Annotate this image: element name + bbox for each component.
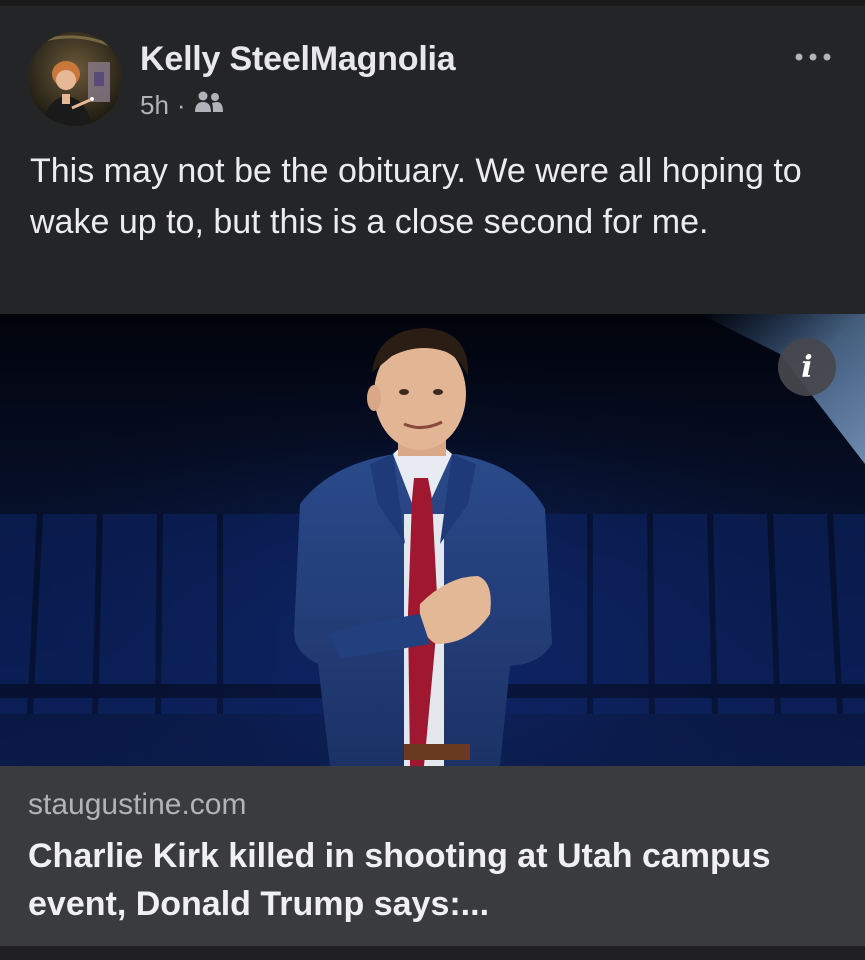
info-button[interactable]: i: [778, 338, 836, 396]
post-header: Kelly SteelMagnolia 5h ·: [0, 6, 865, 134]
post-text: This may not be the obituary. We were al…: [30, 152, 802, 241]
post-timestamp[interactable]: 5h: [140, 90, 169, 121]
post-meta: 5h ·: [140, 88, 224, 122]
bottom-edge: [0, 946, 865, 960]
facebook-post: Kelly SteelMagnolia 5h · This may not be…: [0, 0, 865, 960]
link-title[interactable]: Charlie Kirk killed in shooting at Utah …: [28, 832, 848, 928]
link-preview-card[interactable]: staugustine.com Charlie Kirk killed in s…: [0, 766, 865, 946]
link-domain: staugustine.com: [28, 788, 247, 821]
friends-icon[interactable]: [194, 90, 224, 121]
more-options-icon[interactable]: [791, 42, 835, 72]
post-photo[interactable]: [0, 314, 865, 766]
author-name[interactable]: Kelly SteelMagnolia: [140, 40, 456, 79]
avatar-image: [28, 32, 122, 126]
photo-image: [0, 314, 865, 766]
author-avatar[interactable]: [28, 32, 122, 126]
meta-separator: ·: [176, 89, 186, 120]
